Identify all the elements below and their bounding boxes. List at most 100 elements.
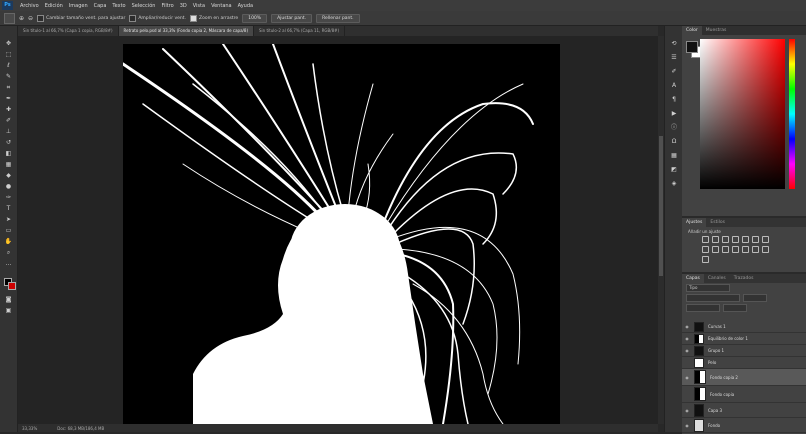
tab-styles[interactable]: Estilos — [706, 218, 729, 227]
tab-color[interactable]: Color — [682, 26, 702, 35]
menu-ventana[interactable]: Ventana — [208, 3, 235, 9]
layer-row[interactable]: ◉ Fondo — [682, 418, 806, 433]
eraser-tool-icon[interactable]: ◧ — [4, 150, 13, 157]
character-panel-icon[interactable]: A — [669, 82, 679, 90]
blend-mode-select[interactable] — [686, 294, 740, 302]
layer-row[interactable]: ◉ Equilibrio de color 1 — [682, 333, 806, 345]
pen-tool-icon[interactable]: ✑ — [4, 194, 13, 201]
zoom-100-button[interactable]: 100% — [242, 13, 268, 23]
brush-panel-icon[interactable]: ✐ — [669, 68, 679, 76]
invert-icon[interactable] — [732, 246, 739, 253]
visibility-eye-icon[interactable]: ◉ — [684, 348, 690, 353]
checkbox-checked-icon[interactable] — [189, 14, 197, 22]
menu-archivo[interactable]: Archivo — [17, 3, 42, 9]
layer-row[interactable]: ◉ Capa 3 — [682, 403, 806, 418]
photo-filter-icon[interactable] — [712, 246, 719, 253]
tab-swatches[interactable]: Muestras — [702, 26, 731, 35]
fit-screen-button[interactable]: Ajustar pant. — [271, 13, 313, 23]
layer-row[interactable]: Pelo — [682, 357, 806, 369]
posterize-icon[interactable] — [742, 246, 749, 253]
tab-layers[interactable]: Capas — [682, 274, 704, 283]
crop-tool-icon[interactable]: ⌗ — [4, 84, 13, 91]
threshold-icon[interactable] — [752, 246, 759, 253]
menu-3d[interactable]: 3D — [177, 3, 190, 9]
hue-slider[interactable] — [789, 39, 795, 189]
clone-stamp-icon[interactable]: ⊥ — [4, 128, 13, 135]
tab-channels[interactable]: Canales — [704, 274, 730, 283]
zoom-all-windows-option[interactable]: Ampliar/reducir vent. — [129, 14, 186, 22]
visibility-eye-icon[interactable]: ◉ — [684, 336, 690, 341]
opacity-field[interactable] — [743, 294, 767, 302]
eyedropper-tool-icon[interactable]: ✒ — [4, 95, 13, 102]
menu-capa[interactable]: Capa — [91, 3, 110, 9]
info-panel-icon[interactable]: ⓘ — [669, 124, 679, 132]
layer-row[interactable]: ◉ Curvas 1 — [682, 321, 806, 333]
exposure-icon[interactable] — [732, 236, 739, 243]
levels-icon[interactable] — [712, 236, 719, 243]
visibility-eye-icon[interactable]: ◉ — [684, 375, 690, 380]
tab-document-3[interactable]: Sin título-2 al 66,7% (Capa 11, RGB/8#) — [254, 26, 346, 36]
layer-row-selected[interactable]: ◉ Fondo copia 2 — [682, 369, 806, 386]
dodge-tool-icon[interactable]: ● — [4, 183, 13, 190]
history-brush-icon[interactable]: ↺ — [4, 139, 13, 146]
paragraph-panel-icon[interactable]: ¶ — [669, 96, 679, 104]
zoom-tool-icon[interactable]: ⌕ — [4, 249, 13, 256]
more-tools-icon[interactable]: … — [4, 260, 13, 267]
tab-adjustments[interactable]: Ajustes — [682, 218, 707, 227]
zoom-readout[interactable]: 33,33% — [22, 426, 37, 431]
checkbox-icon[interactable] — [129, 14, 137, 22]
brush-tool-icon[interactable]: ✐ — [4, 117, 13, 124]
tab-document-2[interactable]: Retrato pelo.psd al 33,3% (Fondo copia 2… — [118, 26, 254, 36]
curves-icon[interactable] — [722, 236, 729, 243]
black-white-icon[interactable] — [702, 246, 709, 253]
gradient-map-icon[interactable] — [762, 246, 769, 253]
menu-ayuda[interactable]: Ayuda — [235, 3, 256, 9]
fill-field[interactable] — [723, 304, 747, 312]
history-panel-icon[interactable]: ⟲ — [669, 40, 679, 48]
visibility-eye-icon[interactable]: ◉ — [684, 408, 690, 413]
rectangle-tool-icon[interactable]: ▭ — [4, 227, 13, 234]
marquee-tool-icon[interactable]: ⬚ — [4, 51, 13, 58]
color-balance-icon[interactable] — [762, 236, 769, 243]
brightness-icon[interactable] — [702, 236, 709, 243]
menu-imagen[interactable]: Imagen — [66, 3, 91, 9]
move-tool-icon[interactable]: ✥ — [4, 40, 13, 47]
scrollbar-thumb[interactable] — [659, 136, 663, 276]
blur-tool-icon[interactable]: ◆ — [4, 172, 13, 179]
scrubby-zoom-option[interactable]: Zoom en arrastre — [189, 14, 238, 22]
zoom-out-icon[interactable]: ⊖ — [28, 15, 33, 22]
menu-texto[interactable]: Texto — [109, 3, 128, 9]
selective-color-icon[interactable] — [702, 256, 709, 263]
vibrance-icon[interactable] — [742, 236, 749, 243]
gradient-tool-icon[interactable]: ▦ — [4, 161, 13, 168]
zoom-tool-icon[interactable] — [4, 12, 15, 24]
quick-select-tool-icon[interactable]: ✎ — [4, 73, 13, 80]
path-select-icon[interactable]: ➤ — [4, 216, 13, 223]
lasso-tool-icon[interactable]: ℓ — [4, 62, 13, 69]
menu-seleccion[interactable]: Selección — [129, 3, 159, 9]
channel-mixer-icon[interactable] — [722, 246, 729, 253]
menu-edicion[interactable]: Edición — [42, 3, 66, 9]
visibility-eye-icon[interactable]: ◉ — [684, 324, 690, 329]
properties-panel-icon[interactable]: ☰ — [669, 54, 679, 62]
document-canvas[interactable] — [123, 44, 560, 424]
hand-tool-icon[interactable]: ✋ — [4, 238, 13, 245]
healing-brush-icon[interactable]: ✚ — [4, 106, 13, 113]
zoom-in-icon[interactable]: ⊕ — [19, 15, 24, 22]
actions-panel-icon[interactable]: ▶ — [669, 110, 679, 118]
menu-vista[interactable]: Vista — [190, 3, 208, 9]
fill-screen-button[interactable]: Rellenar pant. — [316, 13, 360, 23]
foreground-color-chip[interactable] — [686, 41, 698, 53]
layer-row[interactable]: ◉ Grupo 1 — [682, 345, 806, 357]
screen-mode-icon[interactable]: ▣ — [4, 307, 13, 314]
swatches-panel-icon[interactable]: ▦ — [669, 152, 679, 160]
layer-row[interactable]: Fondo copia — [682, 386, 806, 403]
navigator-panel-icon[interactable]: ◩ — [669, 166, 679, 174]
checkbox-icon[interactable] — [37, 14, 45, 22]
layer-filter-select[interactable]: Tipo — [686, 284, 730, 292]
hue-saturation-icon[interactable] — [752, 236, 759, 243]
styles-panel-icon[interactable]: ◈ — [669, 180, 679, 188]
type-tool-icon[interactable]: T — [4, 205, 13, 212]
color-picker-field[interactable] — [700, 39, 785, 189]
tab-paths[interactable]: Trazados — [730, 274, 758, 283]
